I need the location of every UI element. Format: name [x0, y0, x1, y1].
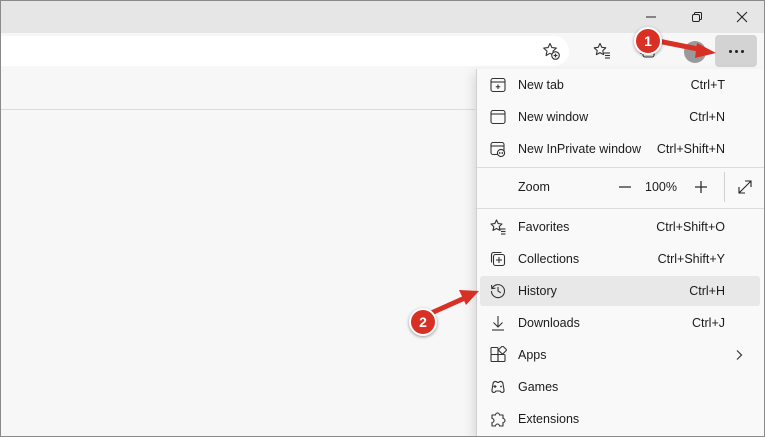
star-list-icon: [490, 219, 506, 235]
menu-item-new-window[interactable]: New window Ctrl+N: [480, 102, 760, 132]
restore-icon: [692, 12, 702, 22]
menu-item-shortcut: Ctrl+N: [689, 110, 725, 124]
callout-badge-1: 1: [634, 27, 662, 55]
more-horizontal-icon: [728, 49, 744, 53]
menu-item-shortcut: Ctrl+H: [689, 284, 725, 298]
fullscreen-icon: [738, 180, 752, 194]
callout-badge-2: 2: [409, 308, 437, 336]
new-tab-icon: [490, 77, 506, 93]
zoom-row: Zoom 100%: [480, 172, 760, 202]
menu-item-extensions[interactable]: Extensions: [480, 404, 760, 434]
zoom-divider: [724, 172, 725, 202]
minus-icon: [619, 186, 631, 188]
star-plus-icon: [543, 42, 560, 60]
zoom-out-button[interactable]: [613, 175, 637, 199]
menu-item-label: Games: [518, 380, 559, 394]
menu-item-games[interactable]: Games: [480, 372, 760, 402]
menu-item-downloads[interactable]: Downloads Ctrl+J: [480, 308, 760, 338]
settings-menu: New tab Ctrl+T New window Ctrl+N New InP…: [476, 69, 765, 437]
menu-item-label: Favorites: [518, 220, 570, 234]
star-list-icon: [593, 42, 610, 59]
menu-item-label: History: [518, 284, 557, 298]
favorites-bar: [1, 69, 475, 110]
zoom-label: Zoom: [518, 180, 550, 194]
restore-button[interactable]: [674, 1, 720, 33]
favorites-button[interactable]: [587, 36, 617, 66]
inprivate-window-icon: [490, 141, 506, 158]
menu-item-shortcut: Ctrl+Shift+O: [656, 220, 725, 234]
plus-icon: [695, 181, 707, 193]
menu-item-collections[interactable]: Collections Ctrl+Shift+Y: [480, 244, 760, 274]
menu-divider: [477, 167, 765, 168]
apps-icon: [490, 346, 507, 363]
menu-item-new-tab[interactable]: New tab Ctrl+T: [480, 70, 760, 100]
avatar[interactable]: [684, 41, 706, 63]
menu-divider: [477, 208, 765, 209]
menu-item-label: Collections: [518, 252, 580, 266]
menu-item-label: Downloads: [518, 316, 580, 330]
menu-item-shortcut: Ctrl+J: [692, 316, 725, 330]
puzzle-icon: [491, 412, 506, 427]
menu-item-label: New window: [518, 110, 589, 124]
history-icon: [490, 284, 506, 299]
menu-item-history[interactable]: History Ctrl+H: [480, 276, 760, 306]
menu-item-apps[interactable]: Apps: [480, 340, 760, 370]
download-icon: [492, 316, 504, 331]
menu-item-label: Extensions: [518, 412, 580, 426]
collections-icon: [490, 251, 506, 267]
zoom-level: 100%: [645, 180, 677, 194]
chevron-right-icon: [736, 350, 743, 360]
page-content: [1, 110, 475, 436]
menu-item-favorites[interactable]: Favorites Ctrl+Shift+O: [480, 212, 760, 242]
menu-item-shortcut: Ctrl+Shift+N: [656, 142, 725, 156]
menu-item-label: New tab: [518, 78, 564, 92]
add-favorite-button[interactable]: [536, 36, 566, 66]
games-icon: [491, 380, 505, 393]
menu-item-label: Apps: [518, 348, 547, 362]
menu-item-shortcut: Ctrl+Shift+Y: [657, 252, 725, 266]
menu-item-shortcut: Ctrl+T: [690, 78, 725, 92]
menu-item-new-inprivate-window[interactable]: New InPrivate window Ctrl+Shift+N: [480, 134, 760, 164]
fullscreen-button[interactable]: [733, 175, 757, 199]
menu-item-label: New InPrivate window: [518, 142, 641, 156]
address-bar[interactable]: [1, 36, 569, 66]
settings-and-more-button[interactable]: [715, 35, 757, 67]
zoom-in-button[interactable]: [689, 175, 713, 199]
close-icon: [736, 11, 748, 23]
new-window-icon: [490, 109, 506, 125]
minimize-icon: [646, 16, 656, 18]
close-button[interactable]: [719, 1, 765, 33]
